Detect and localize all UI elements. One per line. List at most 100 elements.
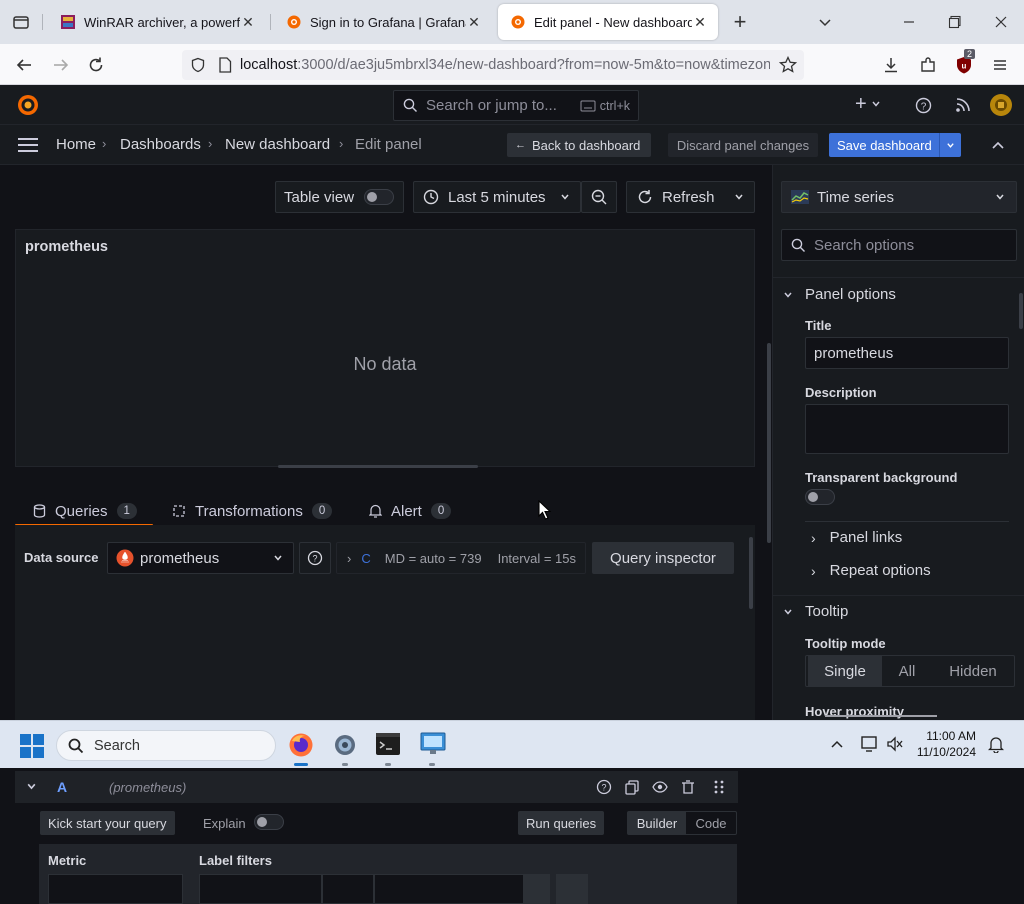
settings-gear-icon[interactable] xyxy=(332,732,358,758)
collapse-chevron-up-icon[interactable] xyxy=(991,139,1005,151)
tooltip-mode-hidden[interactable]: Hidden xyxy=(932,655,1014,687)
global-search-input[interactable]: Search or jump to... ctrl+k xyxy=(393,90,639,121)
time-range-picker[interactable]: Last 5 minutes xyxy=(413,181,581,213)
browser-tab-edit-panel[interactable]: Edit panel - New dashboard - D ✕ xyxy=(498,4,718,40)
volume-muted-icon[interactable] xyxy=(886,736,904,752)
breadcrumb-home[interactable]: Home xyxy=(56,136,96,153)
query-editor-area: Data source prometheus ? › C MD = auto =… xyxy=(15,525,755,904)
maximize-icon[interactable] xyxy=(942,9,968,35)
query-ref-id[interactable]: A xyxy=(57,779,67,795)
clock[interactable]: 11:00 AM 11/10/2024 xyxy=(914,728,976,760)
remote-desktop-icon[interactable] xyxy=(420,732,446,756)
hamburger-menu-icon[interactable] xyxy=(987,52,1013,78)
forward-arrow-icon[interactable] xyxy=(48,52,74,78)
breadcrumb-dashboards[interactable]: Dashboards xyxy=(120,136,201,153)
back-to-dashboard-button[interactable]: ← Back to dashboard xyxy=(507,133,651,157)
search-icon xyxy=(403,98,418,113)
browser-tab-winrar[interactable]: WinRAR archiver, a powerful to ✕ xyxy=(48,4,266,40)
news-rss-icon[interactable] xyxy=(955,97,971,113)
options-scrollbar[interactable] xyxy=(1019,293,1023,329)
add-new-icon[interactable]: + xyxy=(855,94,881,114)
notification-bell-icon[interactable] xyxy=(988,735,1004,753)
page-icon[interactable] xyxy=(218,57,232,73)
visualization-picker[interactable]: Time series xyxy=(781,181,1017,213)
refresh-button[interactable]: Refresh xyxy=(626,181,755,213)
tooltip-mode-single[interactable]: Single xyxy=(808,655,882,687)
transparent-background-switch[interactable] xyxy=(805,489,835,505)
network-icon[interactable] xyxy=(860,735,880,753)
panel-title-input[interactable]: prometheus xyxy=(805,337,1009,369)
label-filter-operator-select[interactable] xyxy=(322,874,374,904)
panel-preview[interactable]: prometheus No data xyxy=(15,229,755,467)
chevron-down-icon[interactable] xyxy=(734,192,744,202)
drag-handle-icon[interactable] xyxy=(713,779,725,795)
ublock-extension-icon[interactable]: u 2 xyxy=(951,49,977,78)
help-icon[interactable]: ? xyxy=(915,97,932,114)
query-options-toggle[interactable]: › C MD = auto = 739 Interval = 15s xyxy=(336,542,586,574)
remove-filter-button[interactable] xyxy=(524,874,550,904)
query-inspector-button[interactable]: Query inspector xyxy=(592,542,734,574)
close-icon[interactable]: ✕ xyxy=(692,14,708,31)
duplicate-query-icon[interactable] xyxy=(624,779,640,795)
kick-start-query-button[interactable]: Kick start your query xyxy=(40,811,175,835)
breadcrumb-new-dashboard[interactable]: New dashboard xyxy=(225,136,330,153)
mode-code-button[interactable]: Code xyxy=(686,812,736,834)
panel-options-section-header[interactable]: Panel options xyxy=(783,286,896,303)
tab-overview-icon[interactable] xyxy=(8,9,34,35)
query-scrollbar[interactable] xyxy=(749,537,753,609)
terminal-icon[interactable] xyxy=(376,733,400,755)
table-view-switch[interactable] xyxy=(364,189,394,205)
taskbar-search-box[interactable]: Search xyxy=(56,730,276,761)
options-search-input[interactable]: Search options xyxy=(781,229,1017,261)
metric-select[interactable] xyxy=(48,874,183,904)
tab-transformations[interactable]: Transformations 0 xyxy=(172,497,333,525)
datasource-picker[interactable]: prometheus xyxy=(107,542,294,574)
extensions-puzzle-icon[interactable] xyxy=(915,52,941,78)
windows-start-icon[interactable] xyxy=(20,734,44,758)
list-tabs-chevron-icon[interactable] xyxy=(812,9,838,35)
label-filter-value-select[interactable] xyxy=(374,874,524,904)
datasource-help-button[interactable]: ? xyxy=(299,542,331,574)
delete-query-trash-icon[interactable] xyxy=(680,779,696,795)
tab-queries[interactable]: Queries 1 xyxy=(33,497,137,525)
browser-tab-grafana-docs[interactable]: Sign in to Grafana | Grafana doc ✕ xyxy=(274,4,492,40)
mode-builder-button[interactable]: Builder xyxy=(628,812,686,834)
tooltip-mode-all[interactable]: All xyxy=(882,655,932,687)
resize-splitter-handle[interactable] xyxy=(278,465,478,468)
new-tab-icon[interactable]: + xyxy=(727,9,753,35)
minimize-icon[interactable] xyxy=(896,9,922,35)
collapse-chevron-down-icon[interactable] xyxy=(26,781,37,792)
address-bar[interactable]: localhost:3000/d/ae3ju5mbrxl34e/new-dash… xyxy=(182,50,804,80)
user-avatar[interactable] xyxy=(989,93,1013,117)
shield-icon[interactable] xyxy=(190,57,206,73)
hide-query-eye-icon[interactable] xyxy=(652,779,668,795)
repeat-options-section[interactable]: › Repeat options xyxy=(811,562,931,579)
zoom-out-button[interactable] xyxy=(581,181,617,213)
save-dropdown-chevron-icon[interactable] xyxy=(939,133,961,157)
menu-hamburger-icon[interactable] xyxy=(18,137,38,153)
table-view-toggle[interactable]: Table view xyxy=(275,181,404,213)
close-window-icon[interactable] xyxy=(988,9,1014,35)
tab-alert[interactable]: Alert 0 xyxy=(369,497,452,525)
close-icon[interactable]: ✕ xyxy=(466,14,482,31)
panel-description-textarea[interactable] xyxy=(805,404,1009,454)
chevron-up-tray-icon[interactable] xyxy=(830,738,844,750)
tooltip-section-header[interactable]: Tooltip xyxy=(783,603,848,620)
bookmark-star-icon[interactable] xyxy=(779,56,797,74)
tab-transformations-label: Transformations xyxy=(195,502,303,520)
close-icon[interactable]: ✕ xyxy=(240,14,256,31)
label-filter-key-select[interactable] xyxy=(199,874,322,904)
save-dashboard-button[interactable]: Save dashboard xyxy=(829,133,961,157)
reload-icon[interactable] xyxy=(83,52,109,78)
query-help-icon[interactable]: ? xyxy=(596,779,612,795)
panel-links-section[interactable]: › Panel links xyxy=(811,529,902,546)
run-queries-button[interactable]: Run queries xyxy=(518,811,605,835)
add-filter-button[interactable] xyxy=(556,874,588,904)
main-scrollbar[interactable] xyxy=(767,343,771,543)
back-arrow-icon[interactable] xyxy=(11,52,37,78)
grafana-logo-icon[interactable] xyxy=(16,93,40,117)
discard-panel-changes-button[interactable]: Discard panel changes xyxy=(668,133,818,157)
firefox-icon[interactable] xyxy=(288,732,314,758)
download-icon[interactable] xyxy=(878,52,904,78)
explain-switch[interactable] xyxy=(254,814,284,830)
